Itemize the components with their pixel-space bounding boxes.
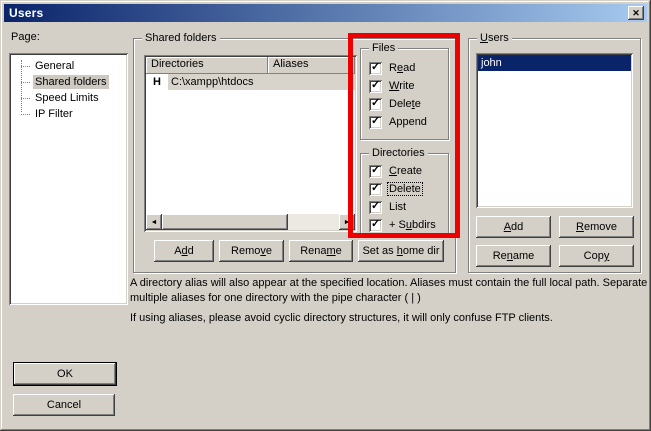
checkbox-label: Append (388, 116, 428, 128)
directories-list[interactable]: Directories Aliases H C:\xampp\htdocs ◄ … (144, 55, 357, 232)
checkbox-box[interactable]: ✓ (369, 116, 382, 129)
checkbox-label: + Subdirs (388, 219, 437, 231)
checkmark-icon: ✓ (371, 61, 380, 74)
checkbox-files-delete[interactable]: ✓ Delete (369, 95, 448, 113)
tree-connector (21, 66, 30, 67)
cyclic-help-text: If using aliases, please avoid cyclic di… (130, 311, 651, 326)
checkbox-dirs-delete[interactable]: ✓ Delete (369, 180, 448, 198)
window-title: Users (4, 6, 43, 20)
checkbox-dirs-list[interactable]: ✓ List (369, 198, 448, 216)
checkbox-box[interactable]: ✓ (369, 183, 382, 196)
checkbox-label: Write (388, 80, 415, 92)
sidebar-item-label: General (33, 59, 76, 73)
scrollbar-thumb[interactable] (162, 214, 288, 230)
scroll-right-button[interactable]: ► (339, 214, 355, 230)
directory-row[interactable]: H C:\xampp\htdocs (146, 74, 355, 90)
user-copy-button[interactable]: Copy (559, 245, 634, 267)
users-list[interactable]: john (476, 53, 633, 208)
button-label: Add (174, 245, 194, 257)
checkbox-label: Delete (388, 183, 422, 195)
sidebar-item-label: IP Filter (33, 107, 75, 121)
scroll-left-button[interactable]: ◄ (146, 214, 162, 230)
checkbox-dirs-subdirs[interactable]: ✓ + Subdirs (369, 216, 448, 234)
page-label: Page: (11, 31, 40, 43)
checkbox-box[interactable]: ✓ (369, 62, 382, 75)
ok-button[interactable]: OK (13, 362, 117, 386)
checkbox-dirs-create[interactable]: ✓ Create (369, 162, 448, 180)
sidebar-item-label: Speed Limits (33, 91, 101, 105)
checkbox-box[interactable]: ✓ (369, 165, 382, 178)
user-add-button[interactable]: Add (476, 216, 551, 238)
checkbox-label: Read (388, 62, 416, 74)
checkbox-box[interactable]: ✓ (369, 201, 382, 214)
checkmark-icon: ✓ (371, 97, 380, 110)
checkbox-box[interactable]: ✓ (369, 80, 382, 93)
checkmark-icon: ✓ (371, 79, 380, 92)
checkbox-files-append[interactable]: ✓ Append (369, 113, 448, 131)
user-rename-button[interactable]: Rename (476, 245, 551, 267)
directory-path: C:\xampp\htdocs (168, 74, 355, 90)
checkmark-icon: ✓ (371, 164, 380, 177)
checkbox-label: Delete (388, 98, 422, 110)
checkmark-icon: ✓ (371, 182, 380, 195)
column-header-directories[interactable]: Directories (146, 57, 268, 74)
button-label: Rename (300, 245, 342, 257)
column-header-aliases[interactable]: Aliases (268, 57, 355, 74)
page-tree: General Shared folders Speed Limits IP F… (9, 53, 128, 305)
alias-help-text: A directory alias will also appear at th… (130, 276, 651, 306)
folder-remove-button[interactable]: Remove (219, 240, 284, 262)
close-icon: ✕ (632, 8, 640, 19)
button-label: OK (57, 368, 73, 380)
button-label: Remove (231, 245, 272, 257)
button-label: Remove (576, 221, 617, 233)
user-list-item[interactable]: john (478, 55, 631, 71)
checkbox-box[interactable]: ✓ (369, 98, 382, 111)
checkmark-icon: ✓ (371, 115, 380, 128)
directories-group-label: Directories (369, 146, 428, 160)
folder-rename-button[interactable]: Rename (289, 240, 353, 262)
button-label: Cancel (47, 399, 81, 411)
shared-folders-group-label: Shared folders (142, 31, 220, 45)
home-flag: H (146, 76, 168, 88)
tree-connector (21, 114, 30, 115)
cancel-button[interactable]: Cancel (13, 394, 115, 416)
checkmark-icon: ✓ (371, 218, 380, 231)
button-label: Copy (584, 250, 610, 262)
users-group: Users john Add Remove Rename Copy (468, 38, 641, 273)
users-group-label: Users (477, 31, 512, 45)
files-permissions-group: Files ✓ Read ✓ Write ✓ Delete ✓ Append (360, 48, 449, 140)
tree-connector (21, 98, 30, 99)
scrollbar-track[interactable] (288, 214, 339, 230)
files-group-label: Files (369, 41, 398, 55)
set-as-home-dir-button[interactable]: Set as home dir (358, 240, 444, 262)
checkbox-label: List (388, 201, 407, 213)
sidebar-item-label: Shared folders (33, 75, 109, 89)
sidebar-item-speed-limits[interactable]: Speed Limits (11, 90, 126, 106)
folder-add-button[interactable]: Add (154, 240, 214, 262)
checkbox-label: Create (388, 165, 423, 177)
button-label: Add (504, 221, 524, 233)
horizontal-scrollbar[interactable]: ◄ ► (146, 214, 355, 230)
close-button[interactable]: ✕ (628, 6, 644, 20)
title-bar[interactable]: Users ✕ (4, 4, 647, 22)
checkmark-icon: ✓ (371, 200, 380, 213)
checkbox-files-read[interactable]: ✓ Read (369, 59, 448, 77)
checkbox-box[interactable]: ✓ (369, 219, 382, 232)
sidebar-item-general[interactable]: General (11, 58, 126, 74)
checkbox-files-write[interactable]: ✓ Write (369, 77, 448, 95)
button-label: Set as home dir (362, 245, 439, 257)
scroll-left-icon: ◄ (151, 219, 158, 226)
tree-connector (21, 82, 30, 83)
sidebar-item-ip-filter[interactable]: IP Filter (11, 106, 126, 122)
shared-folders-group: Shared folders Directories Aliases H C:\… (133, 38, 456, 273)
directories-permissions-group: Directories ✓ Create ✓ Delete ✓ List ✓ +… (360, 153, 449, 236)
button-label: Rename (493, 250, 535, 262)
sidebar-item-shared-folders[interactable]: Shared folders (11, 74, 126, 90)
users-dialog: Users ✕ Page: General Shared folders Spe… (0, 0, 651, 431)
user-remove-button[interactable]: Remove (559, 216, 634, 238)
scroll-right-icon: ► (344, 219, 351, 226)
